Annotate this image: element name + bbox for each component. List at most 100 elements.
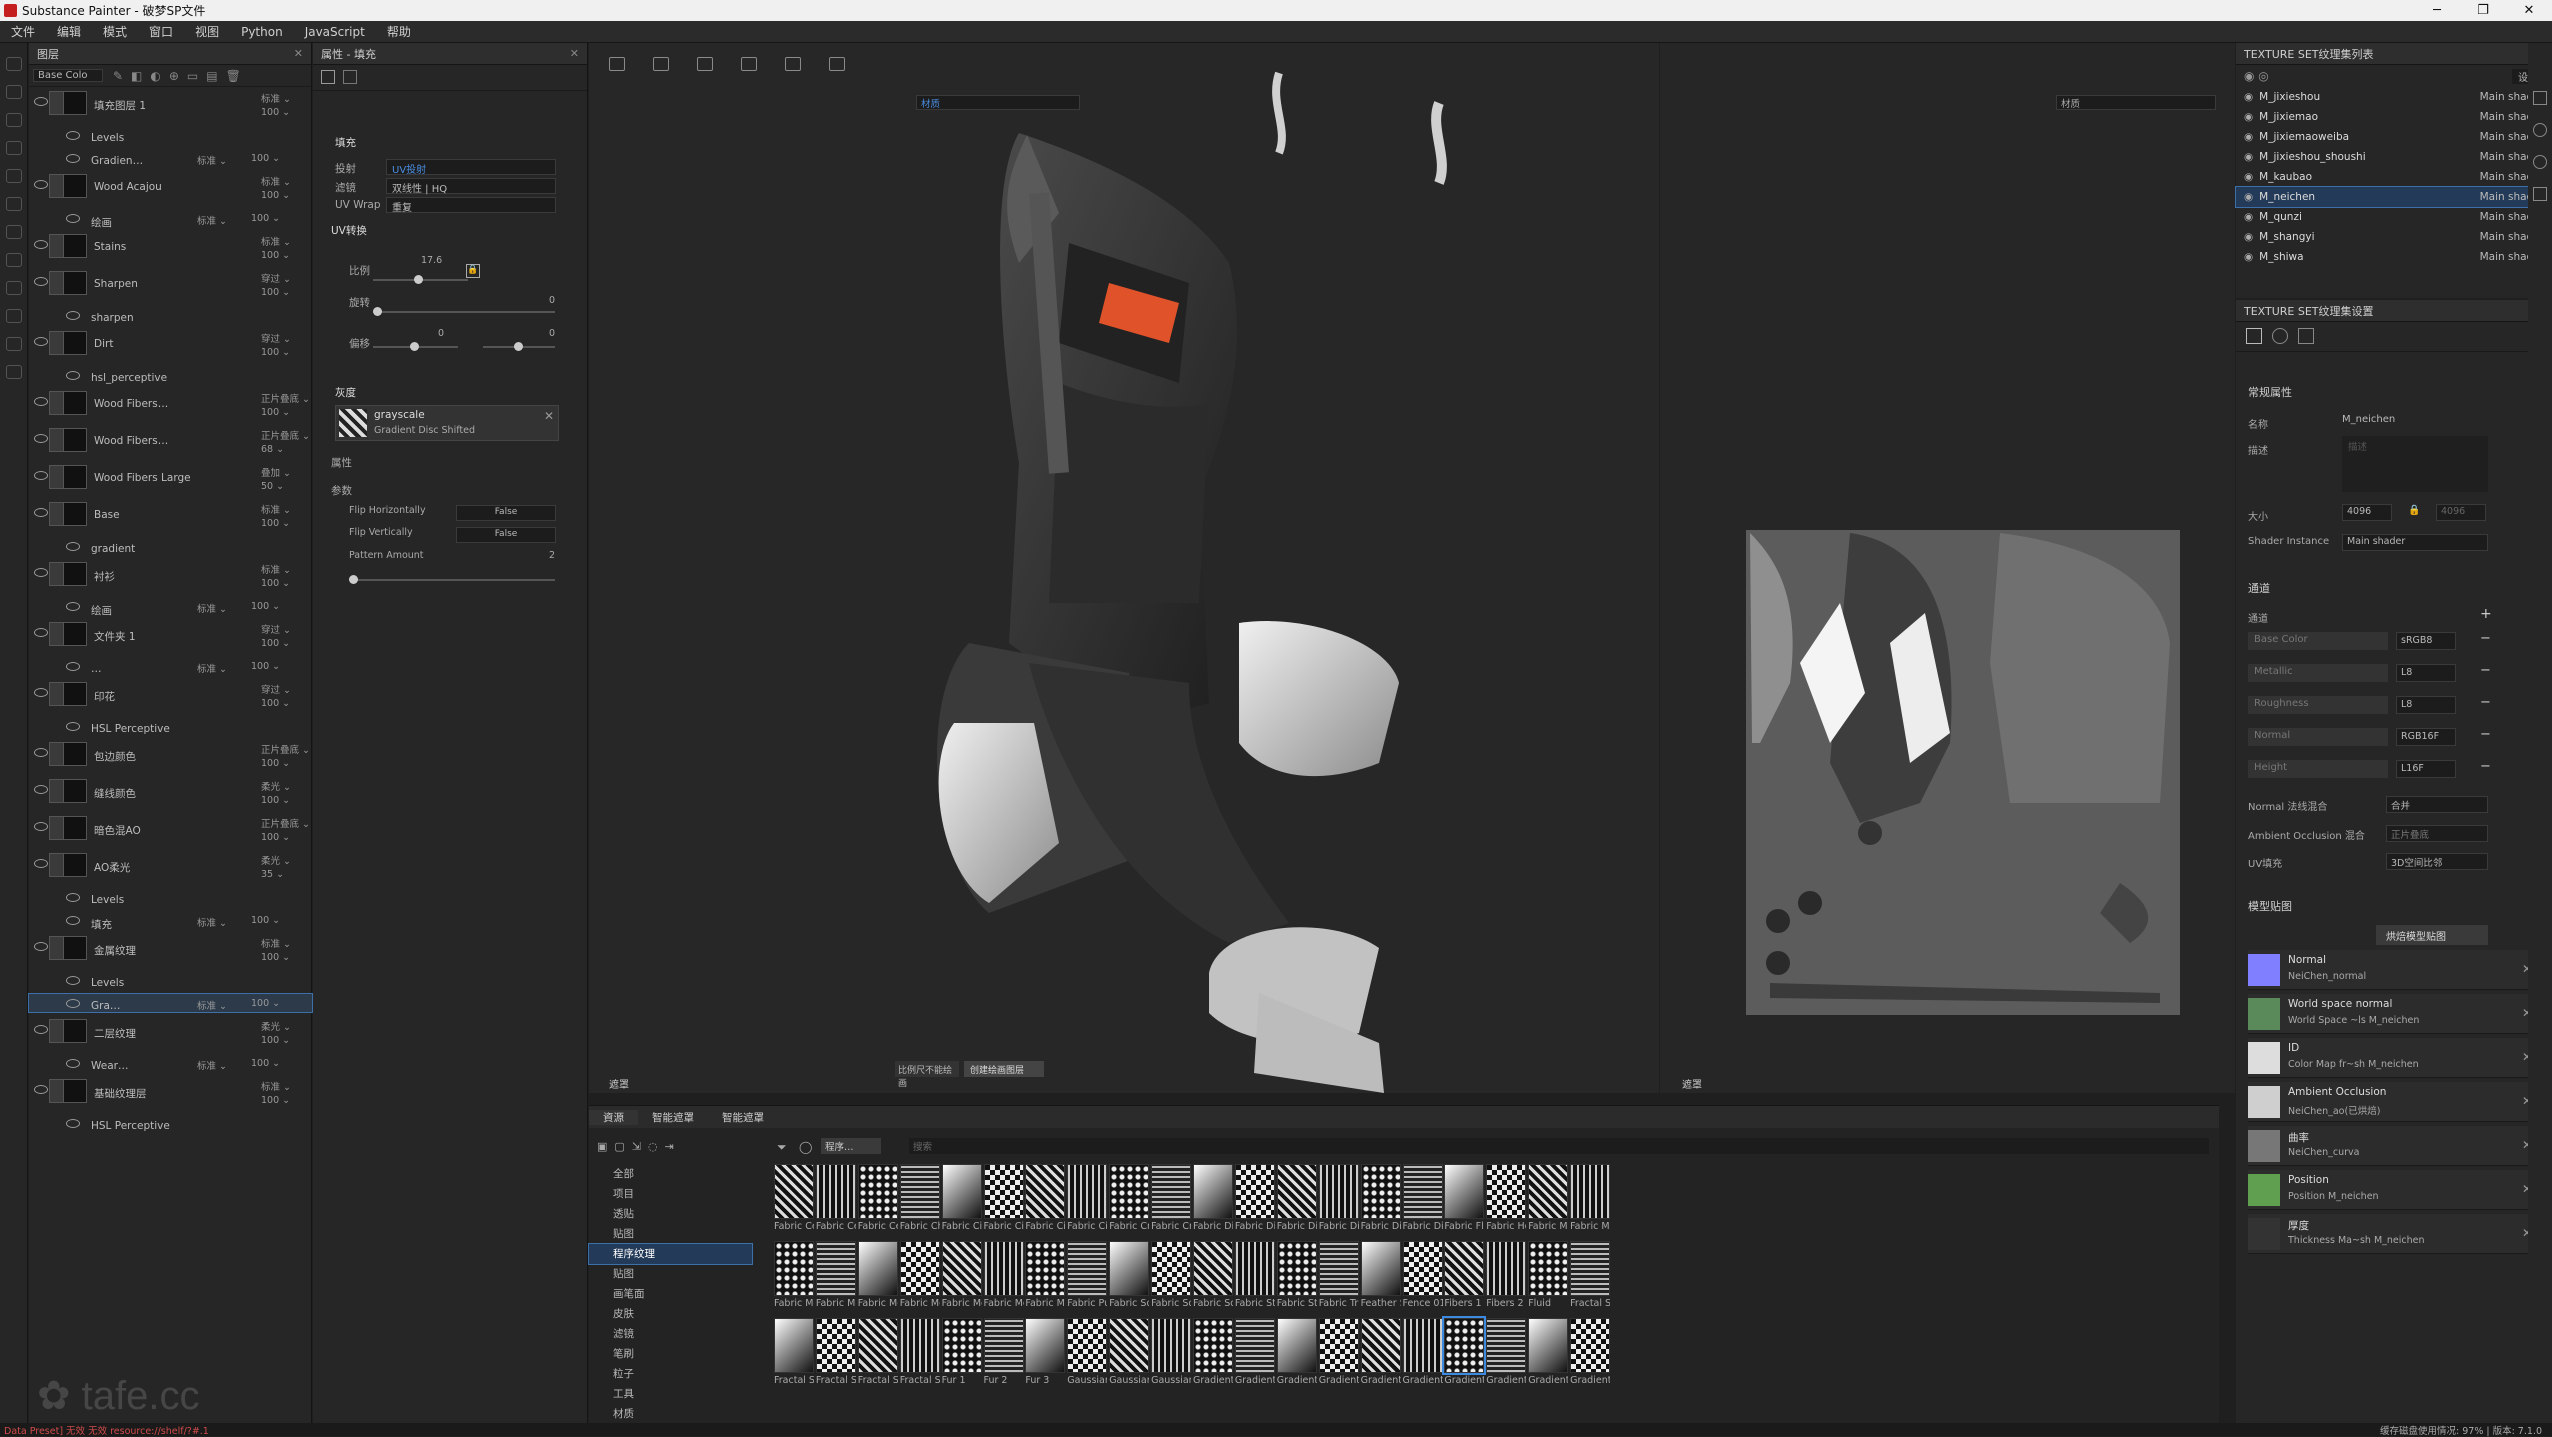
mesh-map-row[interactable]: ID Color Map fr~sh M_neichen ✕ (2248, 1038, 2540, 1078)
texture-set-item[interactable]: ◉ M_shangyi Main shader (2236, 227, 2552, 247)
category-item[interactable]: 工具 (589, 1384, 752, 1404)
category-item[interactable]: 贴图 (589, 1224, 752, 1244)
uvwrap-dropdown[interactable]: 重复 (386, 197, 556, 214)
visibility-icon[interactable] (66, 999, 80, 1008)
visibility-icon[interactable] (66, 371, 80, 380)
blend-mode-dropdown[interactable]: 正片叠底 ⌄ (261, 816, 310, 830)
offset-y-knob[interactable] (514, 342, 523, 351)
layer-row[interactable]: 绘画 标准 ⌄ 100 ⌄ (29, 209, 312, 229)
visibility-icon[interactable]: ◉ ◎ (2244, 69, 2269, 83)
uv-transform-section[interactable]: UV转换 (331, 223, 367, 238)
opacity-field[interactable]: 100 ⌄ (261, 698, 290, 709)
visibility-icon[interactable] (34, 748, 48, 757)
history-icon[interactable] (2533, 155, 2547, 169)
lock-icon[interactable]: 🔒 (466, 264, 480, 278)
offset-y-value[interactable]: 0 (549, 328, 555, 339)
mesh-map-row[interactable]: Position Position M_neichen ✕ (2248, 1170, 2540, 1210)
layer-row[interactable]: 包边颜色 正片叠底 ⌄ 100 ⌄ (29, 740, 312, 769)
layer-row[interactable]: … 标准 ⌄ 100 ⌄ (29, 657, 312, 675)
visibility-icon[interactable] (66, 916, 80, 925)
layer-row[interactable]: AO柔光 柔光 ⌄ 35 ⌄ (29, 851, 312, 880)
channel-format-dropdown[interactable]: RGB16F (2396, 728, 2456, 746)
channel-name[interactable]: Roughness (2248, 696, 2388, 714)
visibility-icon[interactable] (34, 337, 48, 346)
material-mode-icon[interactable] (343, 70, 357, 84)
layer-row[interactable]: Wear… 标准 ⌄ 100 ⌄ (29, 1054, 312, 1072)
blend-mode-dropdown[interactable]: 标准 ⌄ (261, 234, 291, 248)
category-item[interactable]: 贴图 (589, 1264, 752, 1284)
visibility-icon[interactable]: ◉ (2244, 91, 2253, 103)
frame-icon[interactable] (785, 57, 801, 71)
params-section[interactable]: 参数 (331, 483, 352, 498)
category-item[interactable]: 全部 (589, 1164, 752, 1184)
visibility-icon[interactable] (34, 277, 48, 286)
visibility-icon[interactable] (34, 180, 48, 189)
category-item[interactable]: 笔刷 (589, 1344, 752, 1364)
history-icon[interactable] (829, 57, 845, 71)
create-paint-layer-button[interactable]: 创建绘画图层 (964, 1061, 1044, 1077)
picker-icon[interactable] (6, 225, 22, 239)
blend-mode-dropdown[interactable]: 标准 ⌄ (197, 1058, 227, 1072)
uv-tab-icon[interactable] (2298, 328, 2314, 344)
visibility-icon[interactable] (34, 785, 48, 794)
opacity-field[interactable]: 100 ⌄ (251, 213, 280, 224)
close-window-button[interactable]: ✕ (2506, 3, 2552, 18)
layer-row[interactable]: HSL Perceptive (29, 717, 312, 735)
layer-row[interactable]: Gra… 标准 ⌄ 100 ⌄ (28, 993, 313, 1013)
blend-mode-dropdown[interactable]: 叠加 ⌄ (261, 465, 291, 479)
remove-channel-icon[interactable]: − (2480, 631, 2491, 646)
visibility-icon[interactable] (34, 97, 48, 106)
menu-file[interactable]: 文件 (0, 23, 46, 40)
rotation-slider[interactable] (373, 311, 555, 313)
offset-x-knob[interactable] (410, 342, 419, 351)
scale-slider-knob[interactable] (414, 275, 423, 284)
visibility-icon[interactable]: ◉ (2244, 211, 2253, 223)
import-icon[interactable]: ⇲ (632, 1140, 641, 1153)
opacity-field[interactable]: 35 ⌄ (261, 869, 284, 880)
opacity-field[interactable]: 100 ⌄ (251, 601, 280, 612)
grid-icon[interactable] (609, 57, 625, 71)
visibility-icon[interactable] (34, 240, 48, 249)
export-icon[interactable] (6, 365, 22, 379)
layer-row[interactable]: Levels (29, 971, 312, 989)
mesh-map-row[interactable]: 厚度 Thickness Ma~sh M_neichen ✕ (2248, 1214, 2540, 1254)
tab-smart-masks[interactable]: 智能遮罩 (638, 1110, 708, 1125)
pattern-value[interactable]: 2 (549, 550, 555, 561)
blend-mode-dropdown[interactable]: 正片叠底 ⌄ (261, 742, 310, 756)
opacity-field[interactable]: 50 ⌄ (261, 481, 284, 492)
uv-mask-toggle[interactable]: 遮罩 (1682, 1076, 1702, 1091)
mesh-map-row[interactable]: World space normal World Space ~ls M_neic… (2248, 994, 2540, 1034)
visibility-icon[interactable] (66, 662, 80, 671)
opacity-field[interactable]: 100 ⌄ (261, 1035, 290, 1046)
channel-name[interactable]: Normal (2248, 728, 2388, 746)
opacity-field[interactable]: 100 ⌄ (261, 107, 290, 118)
opacity-field[interactable]: 100 ⌄ (261, 347, 290, 358)
visibility-icon[interactable] (66, 154, 80, 163)
layer-row[interactable]: 衬衫 标准 ⌄ 100 ⌄ (29, 560, 312, 589)
size-lock-icon[interactable]: 🔒 (2408, 505, 2420, 516)
visibility-icon[interactable] (66, 602, 80, 611)
category-item[interactable]: 粒子 (589, 1364, 752, 1384)
layer-row[interactable]: Levels (29, 888, 312, 906)
fill-mode-icon[interactable] (321, 70, 335, 84)
smudge-icon[interactable] (6, 169, 22, 183)
attributes-section[interactable]: 属性 (331, 455, 352, 470)
polygon-fill-icon[interactable] (6, 253, 22, 267)
layer-row[interactable]: 暗色混AO 正片叠底 ⌄ 100 ⌄ (29, 814, 312, 843)
visibility-icon[interactable] (66, 893, 80, 902)
layer-row[interactable]: Wood Fibers… 正片叠底 ⌄ 68 ⌄ (29, 426, 312, 455)
visibility-icon[interactable] (34, 822, 48, 831)
visibility-icon[interactable] (34, 942, 48, 951)
pattern-slider-knob[interactable] (349, 575, 358, 584)
blend-mode-dropdown[interactable]: 标准 ⌄ (197, 213, 227, 227)
channel-format-dropdown[interactable]: sRGB8 (2396, 632, 2456, 650)
opacity-field[interactable]: 100 ⌄ (261, 190, 290, 201)
menu-view[interactable]: 视图 (184, 23, 230, 40)
visibility-icon[interactable] (34, 471, 48, 480)
category-item[interactable]: 画笔面 (589, 1284, 752, 1304)
opacity-field[interactable]: 100 ⌄ (251, 1058, 280, 1069)
layer-row[interactable]: 基础纹理层 标准 ⌄ 100 ⌄ (29, 1077, 312, 1106)
texture-set-item[interactable]: ◉ M_jixiemaoweiba Main shader (2236, 127, 2552, 147)
channel-dropdown[interactable]: Base Colo (33, 69, 103, 82)
material-dropdown[interactable]: 材质 (916, 95, 1080, 110)
